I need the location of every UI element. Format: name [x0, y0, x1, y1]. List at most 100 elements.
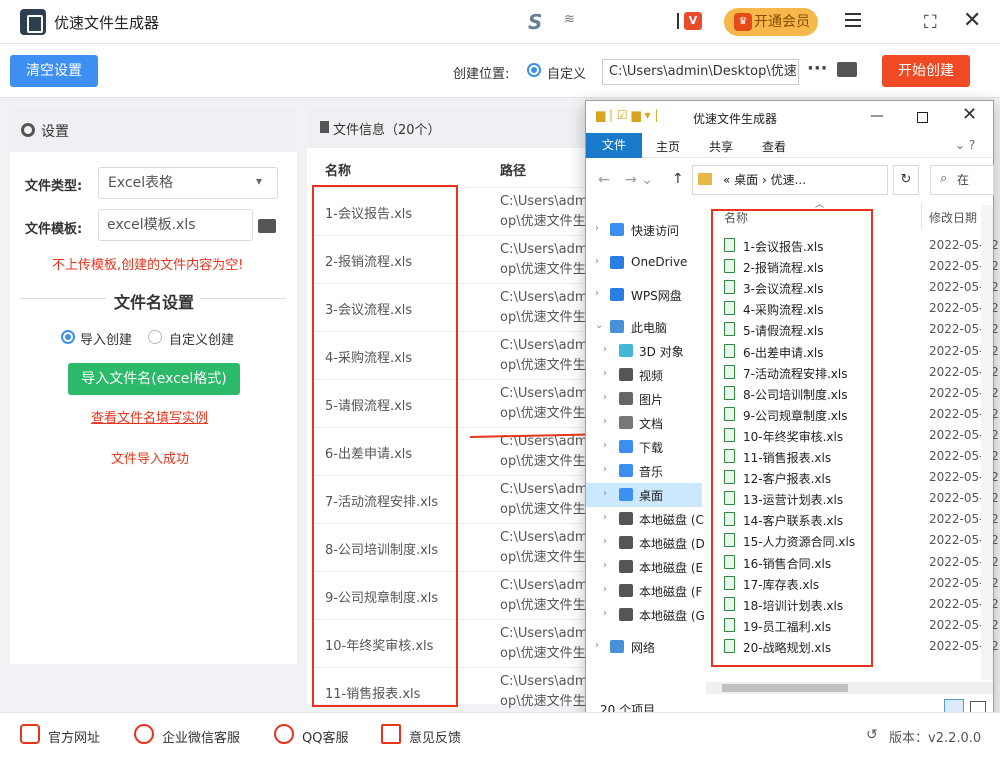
file-path: C:\Users\adm op\优速文件生	[500, 386, 588, 421]
nav-item-onedrive[interactable]: › OneDrive	[586, 251, 702, 275]
forward-arrow-icon[interactable]: → ⌄	[625, 172, 653, 188]
chevron-right-icon[interactable]: ⌄	[595, 320, 603, 331]
minimize-icon[interactable]: —	[870, 108, 884, 124]
nav-item-3d-objects[interactable]: › 3D 对象	[586, 339, 702, 363]
nav-item-documents[interactable]: › 文档	[586, 411, 702, 435]
chevron-right-icon[interactable]: ›	[603, 392, 607, 403]
explorer-title: 优速文件生成器	[693, 112, 778, 126]
column-header-date[interactable]: 修改日期	[929, 209, 977, 226]
nav-item-quick-access[interactable]: › 快速访问	[586, 218, 702, 242]
nav-item-label: 下载	[639, 441, 664, 455]
chevron-right-icon[interactable]: ›	[603, 560, 607, 571]
wechat-icon	[134, 724, 154, 744]
nav-item-label: 文档	[639, 417, 664, 431]
chevron-right-icon[interactable]: ›	[603, 536, 607, 547]
chevron-right-icon[interactable]: ›	[603, 608, 607, 619]
highlight-box	[312, 185, 458, 707]
close-icon[interactable]: ✕	[962, 104, 977, 125]
website-link[interactable]: 官方网址	[48, 727, 100, 746]
chevron-right-icon[interactable]: ›	[603, 368, 607, 379]
nav-item-disk-f[interactable]: › 本地磁盘 (F	[586, 579, 702, 603]
file-path: C:\Users\adm op\优速文件生	[500, 242, 588, 277]
import-create-radio[interactable]	[61, 330, 75, 344]
nav-item-label: 本地磁盘 (C	[639, 513, 704, 527]
quick-access-icon	[610, 223, 624, 236]
quick-access-toolbar-icon[interactable]: ▆ | ☑ ▆ ▾ |	[596, 108, 658, 122]
tab-share[interactable]: 共享	[709, 138, 733, 155]
chevron-right-icon[interactable]: ›	[603, 584, 607, 595]
up-arrow-icon[interactable]: ↑	[672, 171, 684, 187]
version-icon: ↺	[866, 727, 878, 743]
chevron-right-icon[interactable]: ›	[595, 640, 599, 651]
clear-settings-button[interactable]: 清空设置	[10, 55, 98, 87]
version-text: 版本：v2.2.0.0	[889, 731, 982, 746]
chevron-right-icon[interactable]: ›	[603, 440, 607, 451]
network-icon	[610, 640, 624, 653]
nav-item-music[interactable]: › 音乐	[586, 459, 702, 483]
chevron-right-icon[interactable]: ›	[595, 223, 599, 234]
nav-item-disk-d[interactable]: › 本地磁盘 (D	[586, 531, 705, 555]
nav-item-desktop[interactable]: › 桌面	[586, 483, 702, 507]
menu-icon[interactable]	[845, 13, 861, 27]
example-link[interactable]: 查看文件名填写实例	[91, 407, 208, 426]
start-create-button[interactable]: 开始创建	[882, 55, 970, 87]
nav-item-disk-g[interactable]: › 本地磁盘 (G	[586, 603, 705, 627]
nav-item-disk-c[interactable]: › 本地磁盘 (C	[586, 507, 704, 531]
vip-logo-icon: V	[684, 12, 702, 30]
maximize-icon[interactable]	[917, 112, 928, 123]
chevron-right-icon[interactable]: ›	[603, 344, 607, 355]
nav-item-label: 此电脑	[631, 321, 668, 335]
scrollbar-thumb[interactable]	[722, 684, 848, 692]
column-header-name: 名称	[325, 164, 352, 179]
disk-g-icon	[619, 608, 633, 621]
chevron-right-icon[interactable]: ›	[603, 512, 607, 523]
nav-item-network[interactable]: › 网络	[586, 635, 702, 659]
address-bar[interactable]: « 桌面 › 优速...	[692, 165, 888, 195]
app-title: 优速文件生成器	[54, 14, 160, 32]
refresh-icon[interactable]: ↻	[893, 165, 919, 195]
column-header-path: 路径	[500, 164, 527, 179]
output-path-input[interactable]: C:\Users\admin\Desktop\优速	[602, 59, 799, 85]
chevron-right-icon[interactable]: ›	[603, 464, 607, 475]
nav-item-wps-drive[interactable]: › WPS网盘	[586, 283, 702, 307]
back-arrow-icon[interactable]: ←	[598, 172, 610, 188]
nav-item-label: 图片	[639, 393, 664, 407]
more-icon[interactable]: ···	[807, 58, 828, 79]
chevron-down-icon[interactable]: ▾	[256, 174, 262, 188]
file-path: C:\Users\adm op\优速文件生	[500, 338, 588, 373]
chevron-right-icon[interactable]: ›	[595, 288, 599, 299]
nav-item-videos[interactable]: › 视频	[586, 363, 702, 387]
folder-icon[interactable]	[837, 62, 857, 77]
nav-item-label: WPS网盘	[631, 289, 682, 303]
nav-item-label: 本地磁盘 (D	[639, 537, 705, 551]
chevron-right-icon[interactable]: ›	[595, 256, 599, 267]
import-filenames-button[interactable]: 导入文件名(excel格式)	[68, 363, 240, 395]
file-info-title: 文件信息（20个）	[333, 123, 441, 138]
filetype-select[interactable]: Excel表格	[98, 167, 278, 199]
feedback-link[interactable]: 意见反馈	[409, 727, 461, 746]
chevron-right-icon[interactable]: ›	[603, 488, 607, 499]
sync-icon[interactable]: S	[528, 10, 542, 34]
nav-item-disk-e[interactable]: › 本地磁盘 (E	[586, 555, 703, 579]
chevron-right-icon[interactable]: ›	[603, 416, 607, 427]
folder-icon[interactable]	[258, 219, 276, 233]
wechat-support-link[interactable]: 企业微信客服	[162, 727, 240, 746]
close-icon[interactable]: ✕	[963, 8, 981, 33]
custom-location-radio[interactable]	[527, 63, 541, 77]
tab-file[interactable]: 文件	[586, 133, 642, 158]
custom-create-radio[interactable]	[148, 330, 162, 344]
tab-home[interactable]: 主页	[656, 138, 680, 155]
vertical-scrollbar[interactable]	[981, 205, 993, 680]
qq-support-link[interactable]: QQ客服	[302, 727, 348, 746]
nav-item-downloads[interactable]: › 下载	[586, 435, 702, 459]
import-create-label: 导入创建	[80, 333, 133, 348]
file-path: C:\Users\adm op\优速文件生	[500, 530, 588, 565]
template-input[interactable]: excel模板.xls	[98, 209, 253, 241]
tab-view[interactable]: 查看	[762, 138, 786, 155]
fullscreen-icon[interactable]: ⛶	[924, 12, 937, 33]
nav-item-this-pc[interactable]: ⌄ 此电脑	[586, 315, 702, 339]
nav-item-pictures[interactable]: › 图片	[586, 387, 702, 411]
disk-c-icon	[619, 512, 633, 525]
filetype-label: 文件类型:	[25, 179, 83, 194]
help-icon[interactable]: ⌄ ?	[955, 138, 975, 152]
